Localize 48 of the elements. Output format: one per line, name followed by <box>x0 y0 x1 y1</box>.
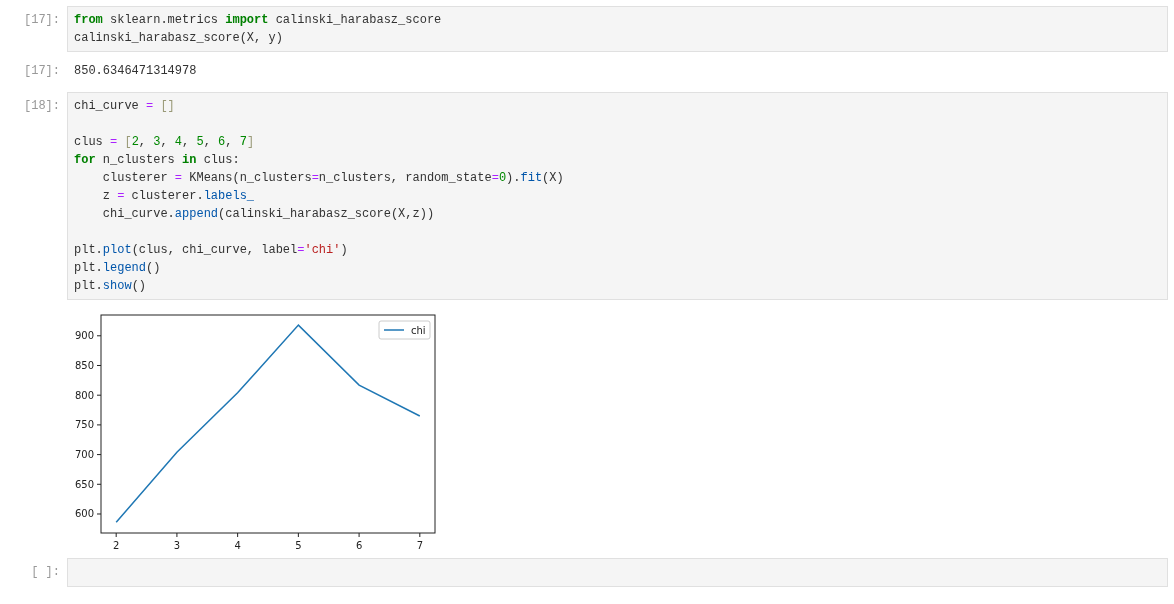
y-tick <box>96 394 102 396</box>
y-tick <box>96 454 102 456</box>
code-line: chi_curve.append(calinski_harabasz_score(X,z)) <box>101 206 436 223</box>
y-tick <box>96 365 102 366</box>
y-tick-label: 800 <box>74 389 94 401</box>
x-tick-label: 7 <box>416 540 423 551</box>
y-tick-label: 850 <box>74 360 94 371</box>
x-tick <box>358 532 360 538</box>
x-tick <box>237 532 239 538</box>
legend-background <box>378 320 431 340</box>
code-line: clusterer = KMeans(n_clusters=n_clusters, random_state=0).fit(X) <box>101 170 565 187</box>
x-tick <box>419 532 421 538</box>
cell-prompt: [ ]: <box>30 564 61 581</box>
y-tick-label: 900 <box>74 330 94 342</box>
y-tick <box>96 483 102 485</box>
code-line: calinski_harabasz_score(X, y) <box>74 30 284 47</box>
x-tick <box>297 532 299 538</box>
cell-prompt: [17]: <box>23 63 61 80</box>
cell-prompt: [17]: <box>23 12 61 29</box>
code-line: plt.show() <box>74 278 148 295</box>
code-line: plt.plot(clus, chi_curve, label='chi') <box>74 242 349 259</box>
x-tick-label: 2 <box>113 540 120 551</box>
code-line: for n_clusters in clus: <box>74 152 241 169</box>
y-tick-label: 600 <box>74 508 94 520</box>
legend-line <box>383 329 405 331</box>
code-line: chi_curve = [] <box>74 98 176 115</box>
y-tick-label: 650 <box>74 478 94 490</box>
code-line: from sklearn.metrics import calinski_harabasz_score <box>74 12 443 29</box>
x-tick-label: 5 <box>295 540 302 551</box>
y-tick-label: 700 <box>74 449 94 461</box>
y-tick-label: 750 <box>74 419 94 431</box>
x-tick <box>115 532 117 538</box>
x-tick-label: 3 <box>173 540 181 551</box>
y-tick <box>96 335 102 337</box>
code-line: plt.legend() <box>74 260 162 277</box>
code-cell[interactable]: from sklearn.metrics import calinski_harabasz_score calinski_harabasz_score(X, y) <box>67 6 1168 52</box>
legend-label: chi <box>411 325 426 336</box>
code-line: clus = [2, 3, 4, 5, 6, 7] <box>74 134 256 151</box>
code-line: z = clusterer.labels_ <box>101 188 256 205</box>
y-tick <box>96 513 102 515</box>
output-text: 850.6346471314978 <box>73 63 197 80</box>
x-tick-label: 4 <box>234 540 241 551</box>
x-tick-label: 6 <box>355 540 363 551</box>
code-cell[interactable] <box>67 92 1168 300</box>
cell-prompt: [18]: <box>23 98 61 115</box>
y-tick <box>96 424 102 426</box>
x-tick <box>176 532 178 538</box>
code-cell[interactable] <box>67 558 1168 587</box>
